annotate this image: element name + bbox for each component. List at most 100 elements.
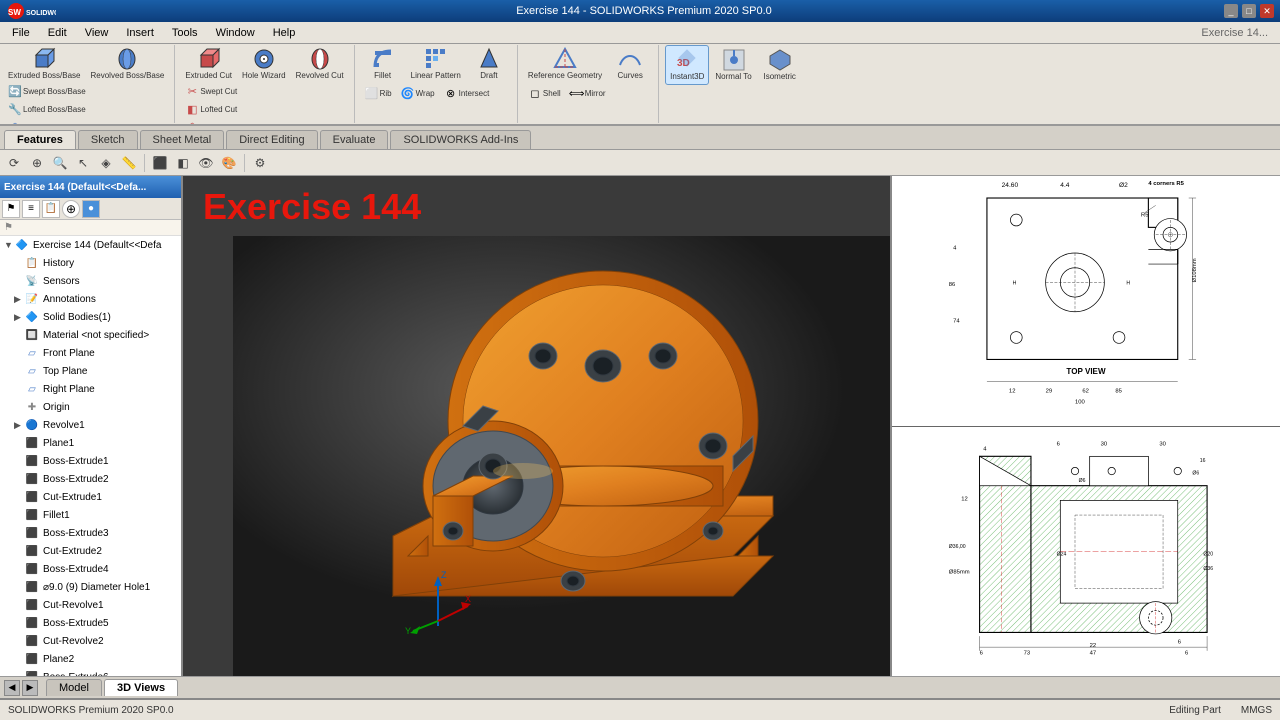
display-style-button[interactable]: ⬛ [150,153,170,173]
tree-item-cut-revolve1[interactable]: ⬛ Cut-Revolve1 [0,596,181,614]
tree-item-cut-extrude2[interactable]: ⬛ Cut-Extrude2 [0,542,181,560]
zoom-in-button[interactable]: 🔍 [50,153,70,173]
tree-item-fillet1[interactable]: ⬛ Fillet1 [0,506,181,524]
menu-file[interactable]: File [4,25,38,41]
lofted-cut-button[interactable]: ◧ Lofted Cut [181,101,240,119]
tree-item-solid-bodies[interactable]: ▶ 🔷 Solid Bodies(1) [0,308,181,326]
tree-item-history[interactable]: 📋 History [0,254,181,272]
swept-cut-button[interactable]: ✂ Swept Cut [181,83,240,101]
tree-icon-boss-extrude3: ⬛ [24,525,40,541]
boundary-cut-button[interactable]: ⬠ Boundary Cut [181,119,252,126]
tree-item-hole1[interactable]: ⬛ ⌀9.0 (9) Diameter Hole1 [0,578,181,596]
tree-item-boss-extrude3[interactable]: ⬛ Boss-Extrude3 [0,524,181,542]
tab-evaluate[interactable]: Evaluate [320,130,389,149]
tree-item-boss-extrude6[interactable]: ⬛ Boss-Extrude6 [0,668,181,676]
tab-addins[interactable]: SOLIDWORKS Add-Ins [390,130,531,149]
hole-wizard-button[interactable]: Hole Wizard [238,45,290,83]
rotate-view-button[interactable]: ⟳ [4,153,24,173]
tree-item-root[interactable]: ▼ 🔷 Exercise 144 (Default<<Defa [0,236,181,254]
fillet-button[interactable]: Fillet [361,45,405,83]
tree-item-material[interactable]: 🔲 Material <not specified> [0,326,181,344]
tree-filter-button[interactable]: ⚑ [2,200,20,218]
tab-scroll-right[interactable]: ▶ [22,680,38,696]
viewport[interactable]: Exercise 144 [183,176,890,676]
tree-item-boss-extrude5[interactable]: ⬛ Boss-Extrude5 [0,614,181,632]
revolved-boss-button[interactable]: Revolved Boss/Base [86,45,168,83]
shell-button[interactable]: ◻ Shell [524,85,564,103]
tree-item-boss-extrude2[interactable]: ⬛ Boss-Extrude2 [0,470,181,488]
wrap-button[interactable]: 🌀 Wrap [397,85,438,103]
menu-insert[interactable]: Insert [118,25,162,41]
svg-text:47: 47 [1090,650,1097,656]
tree-item-boss-extrude4[interactable]: ⬛ Boss-Extrude4 [0,560,181,578]
tab-model[interactable]: Model [46,679,102,696]
maximize-button[interactable]: □ [1242,4,1256,18]
normal-to-button[interactable]: Normal To [711,46,755,84]
svg-text:100: 100 [1075,399,1086,405]
rib-button[interactable]: ⬜ Rib [361,85,395,103]
linear-pattern-icon [424,47,448,71]
boundary-boss-button[interactable]: ⬡ Boundary Boss/Base [4,119,101,126]
tree-item-cut-extrude1[interactable]: ⬛ Cut-Extrude1 [0,488,181,506]
intersect-button[interactable]: ⊗ Intersect [440,85,493,103]
swept-boss-button[interactable]: 🔄 Swept Boss/Base [4,83,89,101]
svg-text:Z: Z [441,570,447,580]
extruded-cut-button[interactable]: Extruded Cut [181,45,236,83]
section-view-button[interactable]: ◧ [173,153,193,173]
draft-button[interactable]: Draft [467,45,511,83]
tab-features[interactable]: Features [4,130,76,149]
tree-item-plane2[interactable]: ⬛ Plane2 [0,650,181,668]
linear-pattern-button[interactable]: Linear Pattern [407,45,465,83]
tree-arrow-root: ▼ [4,240,14,250]
wrap-icon: 🌀 [400,86,416,102]
close-button[interactable]: ✕ [1260,4,1274,18]
select-button[interactable]: ↖ [73,153,93,173]
tree-color-button[interactable]: ● [82,200,100,218]
tree-item-cut-revolve2[interactable]: ⬛ Cut-Revolve2 [0,632,181,650]
menu-tools[interactable]: Tools [164,25,206,41]
tree-item-front-plane[interactable]: ▱ Front Plane [0,344,181,362]
menu-window[interactable]: Window [208,25,263,41]
settings-button[interactable]: ⚙ [250,153,270,173]
minimize-button[interactable]: _ [1224,4,1238,18]
swept-boss-label: Swept Boss/Base [23,87,86,96]
tab-direct-editing[interactable]: Direct Editing [226,130,317,149]
tree-item-revolve1[interactable]: ▶ 🔵 Revolve1 [0,416,181,434]
isometric-button[interactable]: Isometric [758,46,802,84]
tab-sketch[interactable]: Sketch [78,130,138,149]
tab-3dviews[interactable]: 3D Views [104,679,178,696]
appearances-button[interactable]: 🎨 [219,153,239,173]
drawing-front-view: 4 6 30 30 Ø6 Ø6 16 12 Ø36,00 Ø24 Ø20 Ø36… [892,427,1280,677]
smart-dim-button[interactable]: ◈ [96,153,116,173]
tab-sheet-metal[interactable]: Sheet Metal [140,130,225,149]
tree-properties-button[interactable]: 📋 [42,200,60,218]
intersect-icon: ⊗ [443,86,459,102]
toolbar-group-view: 3D Instant3D Normal To Isometric [665,45,808,123]
menu-help[interactable]: Help [265,25,304,41]
menu-edit[interactable]: Edit [40,25,75,41]
tree-item-plane1[interactable]: ⬛ Plane1 [0,434,181,452]
curves-button[interactable]: Curves [608,45,652,83]
extruded-boss-button[interactable]: Extruded Boss/Base [4,45,84,83]
lofted-boss-button[interactable]: 🔧 Lofted Boss/Base [4,101,89,119]
tree-item-top-plane[interactable]: ▱ Top Plane [0,362,181,380]
tree-item-right-plane[interactable]: ▱ Right Plane [0,380,181,398]
tree-label-cut-extrude2: Cut-Extrude2 [43,546,102,557]
hide-show-button[interactable]: 👁 [196,153,216,173]
revolved-cut-button[interactable]: Revolved Cut [292,45,348,83]
instant3d-button[interactable]: 3D Instant3D [665,45,709,85]
tree-item-sensors[interactable]: 📡 Sensors [0,272,181,290]
tree-target-button[interactable]: ⊕ [62,200,80,218]
tab-scroll-left[interactable]: ◀ [4,680,20,696]
tree-item-origin[interactable]: ✚ Origin [0,398,181,416]
extruded-boss-label: Extruded Boss/Base [8,71,80,81]
tree-view-button[interactable]: ≡ [22,200,40,218]
menu-view[interactable]: View [77,25,117,41]
tree-item-annotations[interactable]: ▶ 📝 Annotations [0,290,181,308]
tree-item-boss-extrude1[interactable]: ⬛ Boss-Extrude1 [0,452,181,470]
measure-button[interactable]: 📏 [119,153,139,173]
mirror-button[interactable]: ⟺ Mirror [566,85,609,103]
zoom-to-fit-button[interactable]: ⊕ [27,153,47,173]
reference-geometry-button[interactable]: Reference Geometry [524,45,606,83]
window-controls[interactable]: _ □ ✕ [1224,4,1274,18]
